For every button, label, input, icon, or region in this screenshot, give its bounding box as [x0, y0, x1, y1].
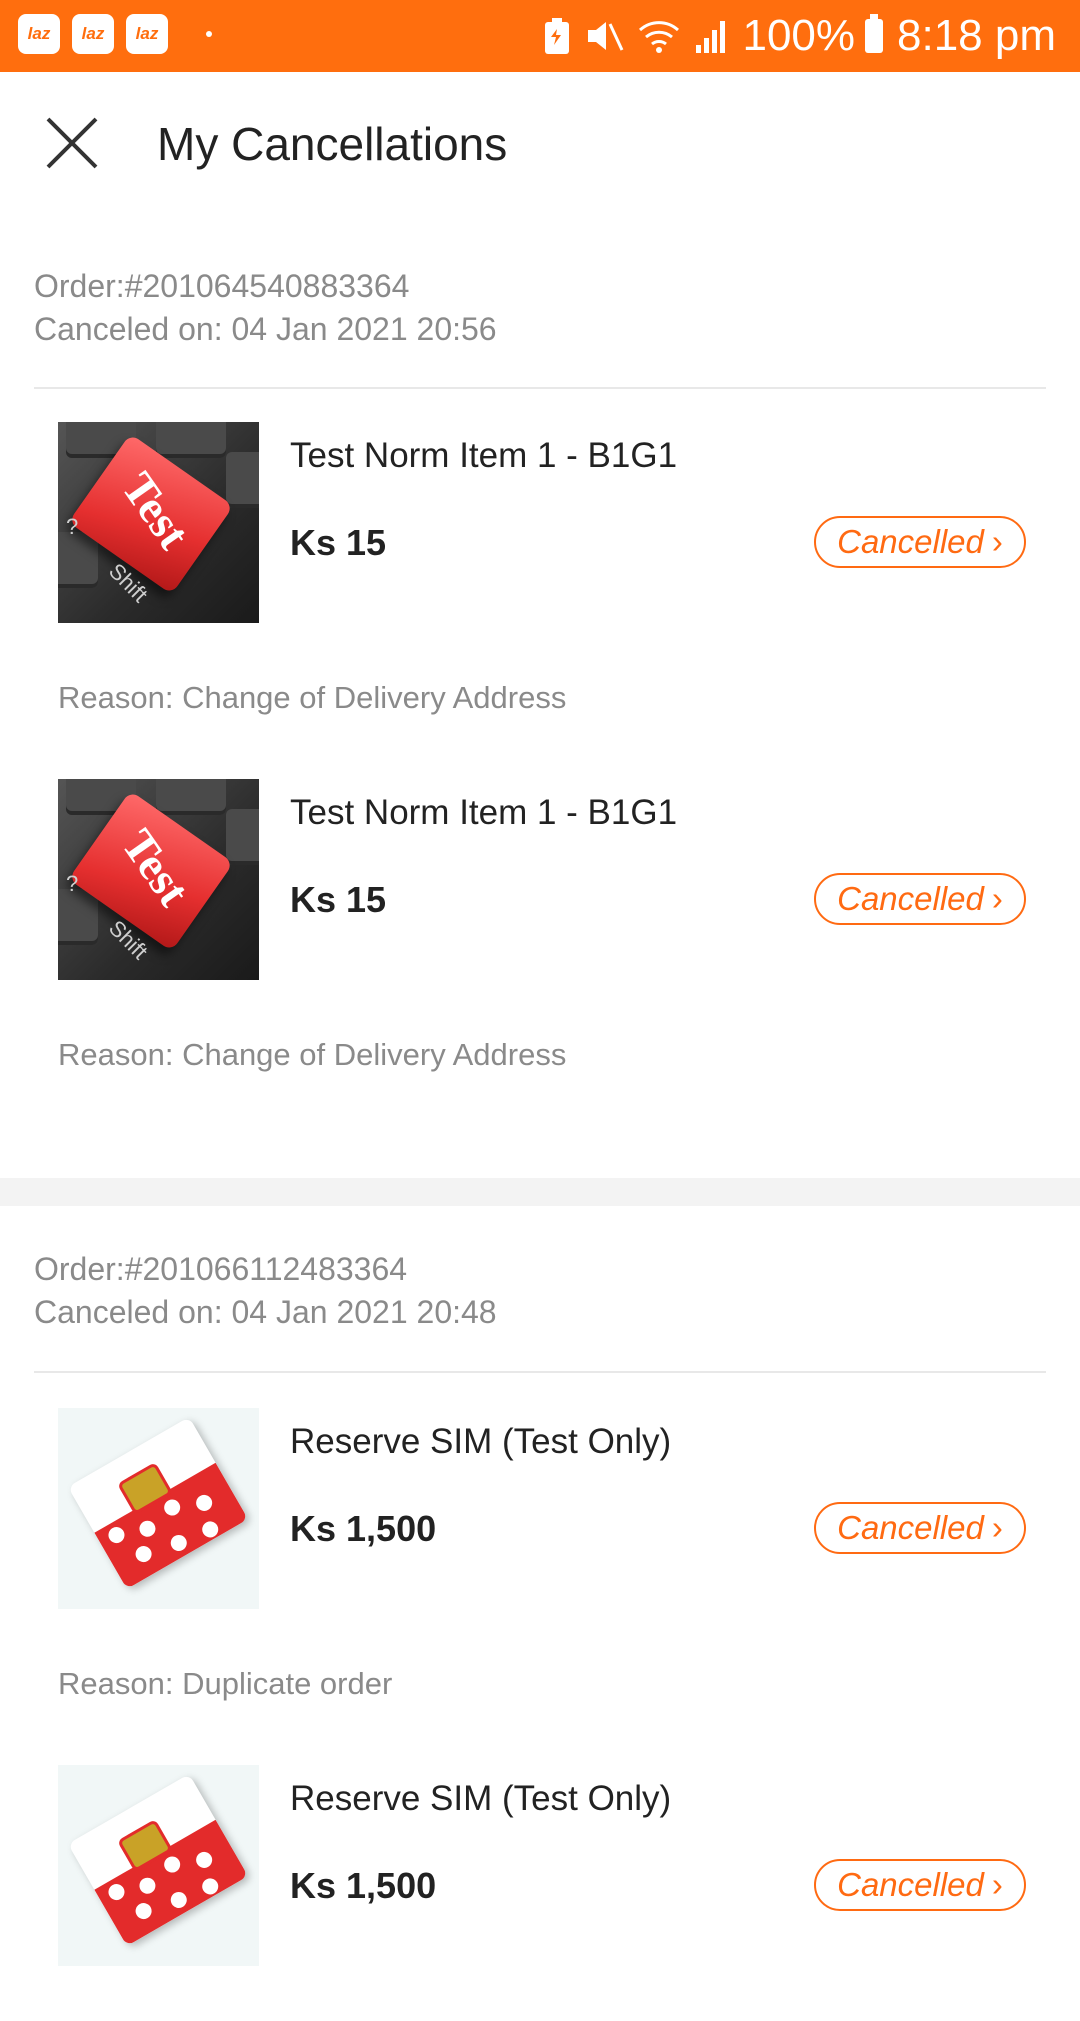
- product-thumbnail: Test Shift ?: [58, 422, 259, 623]
- signal-icon: [694, 19, 728, 53]
- cancel-reason: Reason: Duplicate order: [58, 1666, 393, 1701]
- lazada-app-icon: laz: [18, 14, 60, 54]
- canceled-date: Canceled on: 04 Jan 2021 20:48: [34, 1294, 497, 1330]
- page-header: My Cancellations: [0, 72, 1080, 212]
- mute-icon: [584, 18, 624, 54]
- product-title: Test Norm Item 1 - B1G1: [290, 436, 678, 475]
- product-thumbnail: Test Shift ?: [58, 779, 259, 980]
- chevron-right-icon: ›: [991, 523, 1003, 560]
- divider: [34, 387, 1046, 389]
- lazada-app-icon: laz: [126, 14, 168, 54]
- divider: [34, 1371, 1046, 1373]
- product-price: Ks 15: [290, 879, 387, 920]
- order-header: Order:#201066112483364 Canceled on: 04 J…: [0, 1248, 531, 1334]
- status-label: Cancelled: [837, 1509, 984, 1546]
- order-card: Order:#201064540883364 Canceled on: 04 J…: [0, 212, 1080, 1178]
- system-icons: 100% 8:18 pm: [544, 0, 1056, 72]
- chevron-right-icon: ›: [991, 1866, 1003, 1903]
- product-title: Reserve SIM (Test Only): [290, 1779, 672, 1818]
- chevron-right-icon: ›: [991, 880, 1003, 917]
- cancelled-status-button[interactable]: Cancelled ›: [814, 873, 1026, 925]
- battery-saver-icon: [544, 17, 570, 55]
- canceled-date: Canceled on: 04 Jan 2021 20:56: [34, 311, 497, 347]
- page-title: My Cancellations: [157, 118, 508, 170]
- product-price: Ks 1,500: [290, 1508, 437, 1549]
- chevron-right-icon: ›: [991, 1509, 1003, 1546]
- status-bar: laz laz laz 100% 8:18 pm: [0, 0, 1080, 72]
- battery-percent: 100%: [742, 11, 856, 60]
- close-icon: [46, 117, 98, 169]
- cancelled-status-button[interactable]: Cancelled ›: [814, 1502, 1026, 1554]
- order-header: Order:#201064540883364 Canceled on: 04 J…: [0, 265, 531, 351]
- clock: 8:18 pm: [897, 11, 1056, 60]
- section-divider: [0, 1178, 1080, 1206]
- list-item[interactable]: Reserve SIM (Test Only) Ks 1,500 Cancell…: [0, 1408, 1080, 1701]
- order-number: Order:#201064540883364: [34, 268, 410, 304]
- list-item[interactable]: Test Shift ? Test Norm Item 1 - B1G1 Ks …: [0, 422, 1080, 715]
- product-price: Ks 15: [290, 522, 387, 563]
- close-button[interactable]: [36, 107, 108, 179]
- product-thumbnail: [58, 1765, 259, 1966]
- wifi-icon: [638, 18, 680, 54]
- product-thumbnail: [58, 1408, 259, 1609]
- cancel-reason: Reason: Change of Delivery Address: [58, 1037, 567, 1072]
- list-item[interactable]: Reserve SIM (Test Only) Ks 1,500 Cancell…: [0, 1765, 1080, 2021]
- more-notifications-dot: [206, 31, 212, 37]
- status-label: Cancelled: [837, 1866, 984, 1903]
- battery-icon: [865, 14, 884, 53]
- order-number: Order:#201066112483364: [34, 1251, 408, 1287]
- status-label: Cancelled: [837, 523, 984, 560]
- cancel-reason: Reason: Change of Delivery Address: [58, 680, 567, 715]
- list-item[interactable]: Test Shift ? Test Norm Item 1 - B1G1 Ks …: [0, 779, 1080, 1072]
- product-title: Reserve SIM (Test Only): [290, 1422, 672, 1461]
- notification-icons: laz laz laz: [18, 14, 212, 54]
- status-label: Cancelled: [837, 880, 984, 917]
- cancelled-status-button[interactable]: Cancelled ›: [814, 516, 1026, 568]
- order-card: Order:#201066112483364 Canceled on: 04 J…: [0, 1206, 1080, 1966]
- lazada-app-icon: laz: [72, 14, 114, 54]
- product-price: Ks 1,500: [290, 1865, 437, 1906]
- cancelled-status-button[interactable]: Cancelled ›: [814, 1859, 1026, 1911]
- product-title: Test Norm Item 1 - B1G1: [290, 793, 678, 832]
